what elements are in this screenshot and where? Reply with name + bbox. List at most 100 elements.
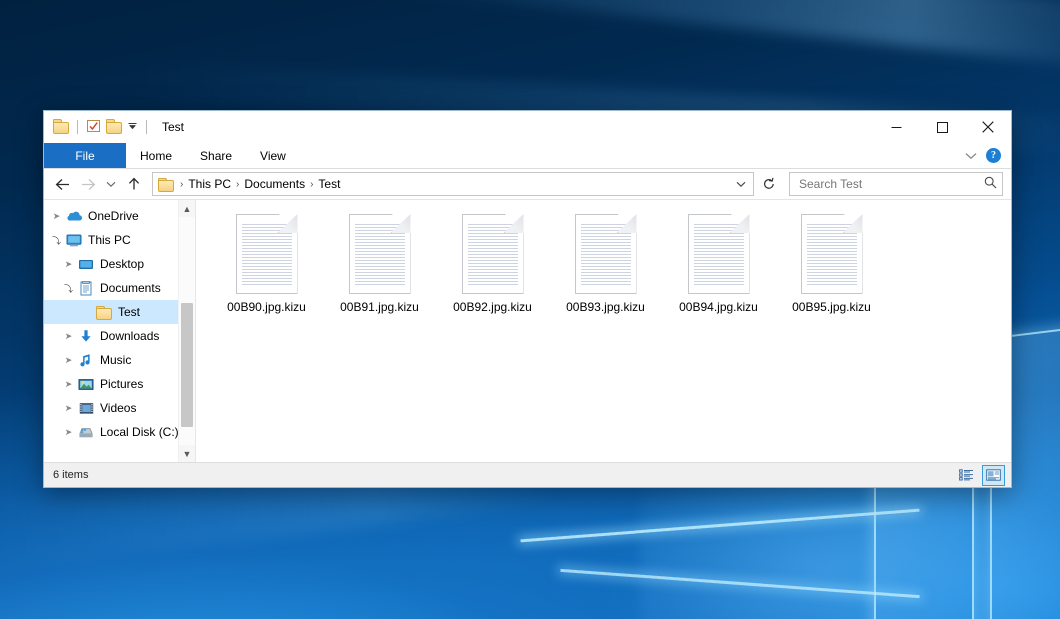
up-button[interactable] — [122, 173, 146, 195]
chevron-down-icon[interactable]: ⤵ — [48, 234, 65, 247]
chevron-right-icon[interactable]: ➤ — [48, 211, 65, 222]
file-item[interactable]: 00B91.jpg.kizu — [323, 212, 436, 334]
sidebar-item-label: OneDrive — [88, 209, 139, 223]
quick-access-toolbar: Test — [44, 119, 184, 136]
breadcrumb-dropdown-icon[interactable] — [732, 174, 749, 194]
breadcrumb-separator[interactable]: › — [234, 179, 241, 190]
sidebar-item-pictures[interactable]: ➤ Pictures — [44, 372, 195, 396]
tab-home[interactable]: Home — [126, 143, 186, 168]
sidebar-item-music[interactable]: ➤ Music — [44, 348, 195, 372]
videos-film-icon — [77, 400, 95, 416]
file-item[interactable]: 00B92.jpg.kizu — [436, 212, 549, 334]
sidebar-item-this-pc[interactable]: ⤵ This PC — [44, 228, 195, 252]
file-name-label: 00B93.jpg.kizu — [566, 300, 645, 314]
navigation-scrollbar[interactable]: ▲ ▼ — [178, 200, 195, 462]
scrollbar-thumb[interactable] — [181, 303, 193, 427]
file-explorer-window: Test File Home Share View ? — [43, 110, 1012, 488]
navigation-pane: ➤ OneDrive ⤵ This PC — [44, 200, 196, 462]
sidebar-item-downloads[interactable]: ➤ Downloads — [44, 324, 195, 348]
maximize-button[interactable] — [919, 111, 965, 143]
chevron-down-icon[interactable] — [965, 149, 977, 163]
sidebar-item-documents[interactable]: ⤵ Documents — [44, 276, 195, 300]
generic-file-icon — [801, 214, 863, 294]
breadcrumb[interactable]: › This PC › Documents › Test — [152, 172, 754, 196]
file-name-label: 00B90.jpg.kizu — [227, 300, 306, 314]
address-bar: › This PC › Documents › Test — [44, 169, 1011, 200]
folder-icon[interactable] — [53, 119, 69, 135]
search-icon[interactable] — [984, 176, 997, 192]
breadcrumb-folder-icon — [158, 178, 174, 191]
new-folder-icon[interactable] — [106, 119, 122, 135]
details-view-button[interactable] — [955, 465, 978, 486]
file-item[interactable]: 00B94.jpg.kizu — [662, 212, 775, 334]
generic-file-icon — [462, 214, 524, 294]
chevron-placeholder: ➤ — [78, 307, 95, 318]
generic-file-icon — [349, 214, 411, 294]
back-button[interactable] — [50, 173, 74, 195]
help-icon[interactable]: ? — [986, 148, 1001, 163]
toolbar-separator — [146, 120, 147, 134]
status-bar: 6 items — [44, 462, 1011, 487]
sidebar-item-desktop[interactable]: ➤ Desktop — [44, 252, 195, 276]
explorer-body: ➤ OneDrive ⤵ This PC — [44, 200, 1011, 462]
breadcrumb-separator[interactable]: › — [308, 179, 315, 190]
folder-icon — [95, 304, 113, 320]
tab-view[interactable]: View — [246, 143, 300, 168]
file-name-label: 00B94.jpg.kizu — [679, 300, 758, 314]
file-list-view[interactable]: 00B90.jpg.kizu 00B91.jpg.kizu 00B92.jpg.… — [196, 200, 1011, 462]
chevron-right-icon[interactable]: ➤ — [60, 403, 77, 414]
wallpaper-light-streak — [379, 0, 1060, 71]
generic-file-icon — [236, 214, 298, 294]
breadcrumb-test[interactable]: Test — [315, 176, 343, 192]
sidebar-item-local-disk-c[interactable]: ➤ Local Disk (C:) — [44, 420, 195, 444]
chevron-right-icon[interactable]: ➤ — [60, 355, 77, 366]
scroll-up-arrow-icon[interactable]: ▲ — [179, 200, 195, 217]
customize-dropdown-icon[interactable] — [127, 120, 138, 134]
sidebar-item-label: Desktop — [100, 257, 144, 271]
breadcrumb-this-pc[interactable]: This PC — [185, 176, 234, 192]
sidebar-item-onedrive[interactable]: ➤ OneDrive — [44, 204, 195, 228]
scrollbar-track[interactable] — [179, 217, 195, 445]
caption-button-group — [873, 111, 1011, 143]
sidebar-item-label: Videos — [100, 401, 136, 415]
breadcrumb-separator[interactable]: › — [178, 179, 185, 190]
toolbar-separator — [77, 120, 78, 134]
window-title: Test — [162, 120, 184, 134]
forward-button[interactable] — [76, 173, 100, 195]
search-box[interactable] — [789, 172, 1003, 196]
chevron-right-icon[interactable]: ➤ — [60, 379, 77, 390]
chevron-right-icon[interactable]: ➤ — [60, 331, 77, 342]
view-toggle-group — [955, 465, 1005, 486]
chevron-right-icon[interactable]: ➤ — [60, 427, 77, 438]
breadcrumb-documents[interactable]: Documents — [241, 176, 308, 192]
search-input[interactable] — [797, 176, 984, 192]
ribbon-tab-bar: File Home Share View ? — [44, 143, 1011, 169]
item-count-label: 6 items — [53, 469, 88, 481]
tab-share[interactable]: Share — [186, 143, 246, 168]
minimize-button[interactable] — [873, 111, 919, 143]
chevron-right-icon[interactable]: ➤ — [60, 259, 77, 270]
sidebar-item-label: Documents — [100, 281, 161, 295]
onedrive-cloud-icon — [65, 208, 83, 224]
tab-file[interactable]: File — [44, 143, 126, 168]
sidebar-item-label: This PC — [88, 233, 131, 247]
desktop-monitor-icon — [77, 256, 95, 272]
scroll-down-arrow-icon[interactable]: ▼ — [179, 445, 195, 462]
file-item[interactable]: 00B93.jpg.kizu — [549, 212, 662, 334]
file-name-label: 00B92.jpg.kizu — [453, 300, 532, 314]
generic-file-icon — [688, 214, 750, 294]
sidebar-item-label: Downloads — [100, 329, 159, 343]
sidebar-item-label: Test — [118, 305, 140, 319]
this-pc-monitor-icon — [65, 232, 83, 248]
sidebar-item-label: Local Disk (C:) — [100, 425, 179, 439]
refresh-button[interactable] — [757, 172, 781, 196]
sidebar-item-test[interactable]: ➤ Test — [44, 300, 195, 324]
properties-icon[interactable] — [86, 119, 101, 136]
chevron-down-icon[interactable]: ⤵ — [60, 282, 77, 295]
close-button[interactable] — [965, 111, 1011, 143]
file-item[interactable]: 00B95.jpg.kizu — [775, 212, 888, 334]
large-icons-view-button[interactable] — [982, 465, 1005, 486]
recent-locations-button[interactable] — [102, 173, 120, 195]
file-item[interactable]: 00B90.jpg.kizu — [210, 212, 323, 334]
sidebar-item-videos[interactable]: ➤ Videos — [44, 396, 195, 420]
